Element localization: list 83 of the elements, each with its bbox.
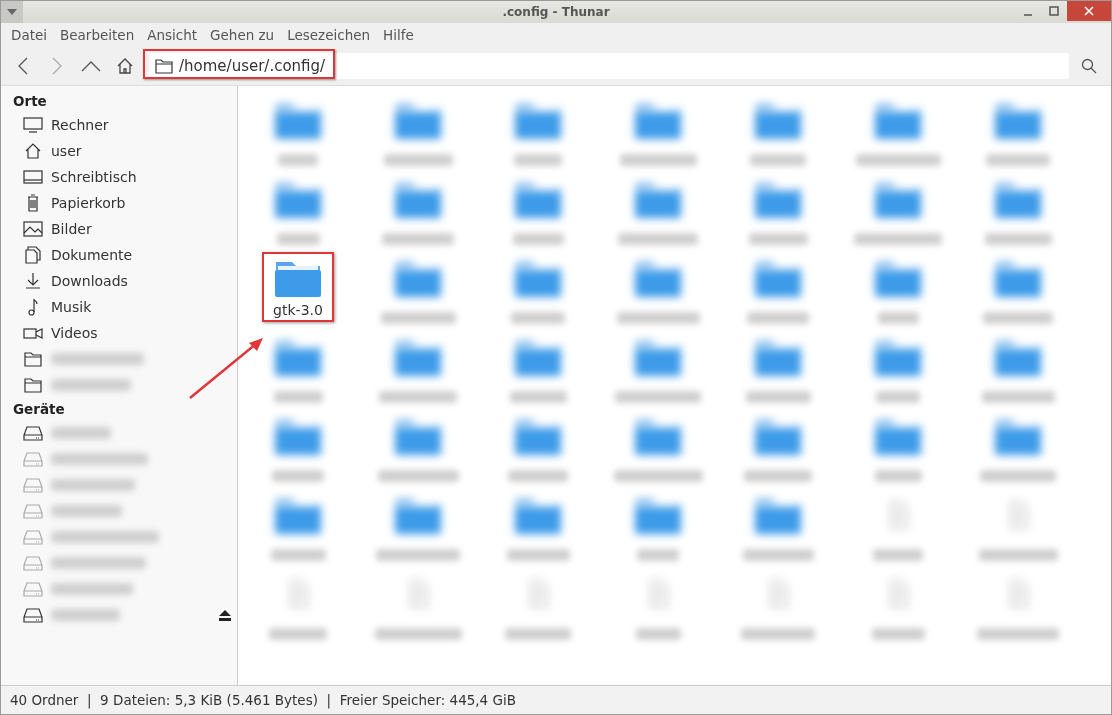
blurred-label — [512, 233, 564, 245]
blurred-label — [270, 549, 326, 561]
blurred-label — [877, 312, 919, 324]
blurred-label — [509, 391, 567, 403]
caret-icon — [7, 9, 17, 15]
section-title: Orte — [13, 92, 48, 111]
blurred-label — [51, 505, 122, 517]
blurred-label — [750, 154, 806, 166]
home-icon — [117, 58, 133, 74]
blurred-label — [635, 628, 681, 640]
drive-icon — [23, 424, 43, 442]
screen-icon — [23, 168, 43, 186]
blurred-label — [873, 549, 923, 561]
blurred-label — [876, 391, 920, 403]
sidebar-item[interactable]: Papierkorb — [51, 195, 126, 211]
close-icon — [1084, 6, 1094, 16]
window-menu-button[interactable] — [1, 1, 23, 23]
folder-icon — [23, 350, 43, 368]
blurred-label — [742, 549, 814, 561]
blurred-label — [514, 154, 562, 166]
sidebar-item[interactable]: Musik — [51, 299, 92, 315]
drive-icon — [23, 450, 43, 468]
maximize-icon — [1049, 6, 1059, 16]
documents-icon — [23, 246, 43, 264]
forward-icon — [51, 57, 63, 75]
sidebar-item[interactable]: Dokumente — [51, 247, 133, 263]
menu-item[interactable]: Ansicht — [141, 27, 205, 47]
blurred-label — [874, 470, 922, 482]
blurred-label — [984, 233, 1052, 245]
sidebar-item[interactable]: Bilder — [51, 221, 92, 237]
menu-item[interactable]: Hilfe — [377, 27, 421, 47]
sidebar-item[interactable]: Downloads — [51, 273, 128, 289]
sidebar-item[interactable]: Rechner — [51, 117, 109, 133]
blurred-label — [272, 470, 324, 482]
folder-icon — [155, 58, 173, 74]
image-icon — [23, 220, 43, 238]
blurred-label — [744, 470, 812, 482]
blurred-label — [745, 391, 811, 403]
search-icon — [1081, 58, 1097, 74]
monitor-icon — [23, 116, 43, 134]
drive-icon — [23, 554, 43, 572]
blurred-label — [983, 312, 1053, 324]
blurred-label — [747, 312, 809, 324]
drive-icon — [23, 528, 43, 546]
section-title: Geräte — [13, 400, 66, 419]
sidebar-item[interactable]: user — [51, 143, 82, 159]
blurred-label — [511, 312, 565, 324]
blurred-label — [506, 549, 570, 561]
back-icon — [17, 57, 29, 75]
menu-item[interactable]: Bearbeiten — [54, 27, 142, 47]
blurred-label — [51, 427, 111, 439]
path-field[interactable]: /home/user/.config/ — [149, 53, 1069, 79]
blurred-label — [269, 628, 327, 640]
blurred-label — [382, 233, 454, 245]
eject-icon[interactable] — [219, 609, 231, 621]
home-icon — [23, 142, 43, 160]
blurred-label — [508, 470, 568, 482]
file-name[interactable]: gtk-3.0 — [273, 302, 323, 318]
blurred-label — [273, 391, 323, 403]
menu-item[interactable]: Datei — [5, 27, 55, 47]
folder-icon — [23, 376, 43, 394]
drive-icon — [23, 606, 43, 624]
blurred-label — [505, 628, 571, 640]
blurred-label — [51, 609, 120, 621]
drive-icon — [23, 476, 43, 494]
download-icon — [23, 272, 43, 290]
sidebar-item[interactable]: Schreibtisch — [51, 169, 137, 185]
minimize-icon — [1023, 14, 1033, 16]
blurred-label — [986, 154, 1050, 166]
window-title: .config - Thunar — [502, 5, 610, 19]
up-icon — [81, 60, 101, 72]
menu-item[interactable]: Gehen zu — [204, 27, 282, 47]
sidebar-item[interactable]: Videos — [51, 325, 98, 341]
blurred-label — [748, 233, 808, 245]
blurred-label — [383, 154, 453, 166]
blurred-label — [871, 628, 925, 640]
close-button[interactable] — [1067, 1, 1111, 21]
blurred-label — [278, 154, 318, 166]
blurred-label — [276, 233, 320, 245]
drive-icon — [23, 580, 43, 598]
drive-icon — [23, 502, 43, 520]
menu-item[interactable]: Lesezeichen — [281, 27, 378, 47]
blurred-label — [637, 549, 679, 561]
